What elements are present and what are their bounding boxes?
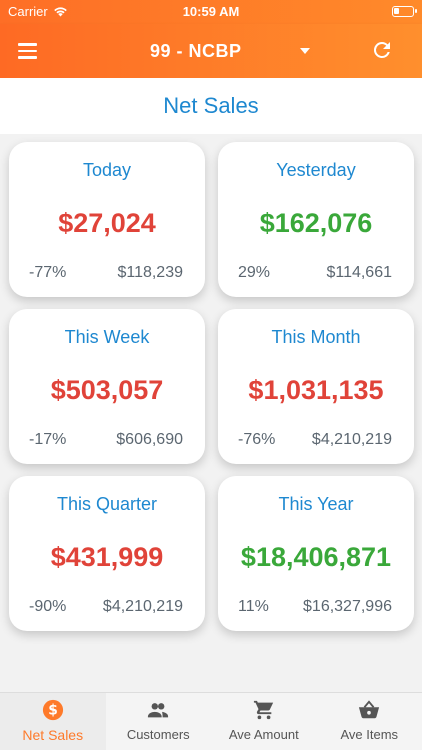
card-this-year[interactable]: This Year $18,406,871 11% $16,327,996 xyxy=(218,476,414,631)
hamburger-icon-line xyxy=(18,43,37,46)
card-title: This Week xyxy=(64,327,150,347)
store-selector[interactable]: 99 - NCBP xyxy=(150,36,310,66)
card-previous-value: $4,210,219 xyxy=(311,431,392,448)
card-previous-value: $606,690 xyxy=(116,431,183,448)
card-today[interactable]: Today $27,024 -77% $118,239 xyxy=(9,142,205,297)
card-value: $27,024 xyxy=(58,208,156,238)
refresh-icon[interactable] xyxy=(370,38,394,62)
card-change-percent: -90% xyxy=(29,598,67,615)
card-change-percent: -77% xyxy=(29,264,67,281)
basket-icon xyxy=(359,700,380,719)
page-title: Net Sales xyxy=(163,93,259,118)
card-title: This Year xyxy=(278,494,354,514)
card-value: $18,406,871 xyxy=(240,542,392,572)
chevron-down-icon xyxy=(300,48,310,54)
card-title: Yesterday xyxy=(276,160,356,180)
hamburger-icon-line xyxy=(18,56,37,59)
card-change-percent: -76% xyxy=(238,431,276,448)
dollar-icon: $ xyxy=(42,699,63,721)
card-title: This Month xyxy=(271,327,361,347)
battery-icon xyxy=(392,6,417,17)
card-previous-value: $16,327,996 xyxy=(303,598,392,615)
cart-icon xyxy=(253,700,273,720)
page-header: Net Sales xyxy=(0,78,422,134)
card-change-percent: 29% xyxy=(238,264,271,281)
card-value: $1,031,135 xyxy=(248,375,384,405)
card-change-percent: -17% xyxy=(29,431,67,448)
clock: 10:59 AM xyxy=(182,4,240,19)
card-title: Today xyxy=(82,160,132,180)
tab-net-sales[interactable]: $ Net Sales xyxy=(0,693,106,750)
card-previous-value: $118,239 xyxy=(117,264,183,281)
card-previous-value: $114,661 xyxy=(326,264,392,281)
svg-text:$: $ xyxy=(48,703,58,719)
menu-button[interactable] xyxy=(14,38,42,64)
tab-label: Net Sales xyxy=(22,727,84,743)
card-this-month[interactable]: This Month $1,031,135 -76% $4,210,219 xyxy=(218,309,414,464)
hamburger-icon-line xyxy=(18,49,37,53)
tab-label: Ave Amount xyxy=(228,727,299,742)
bottom-tab-bar: $ Net Sales Customers Ave Amount Ave Ite… xyxy=(0,692,422,750)
card-change-percent: 11% xyxy=(238,598,269,615)
tab-label: Customers xyxy=(126,727,190,742)
card-title: This Quarter xyxy=(56,494,158,514)
tab-customers[interactable]: Customers xyxy=(106,693,212,750)
app-bar: 99 - NCBP xyxy=(0,24,422,78)
status-bar: Carrier 10:59 AM xyxy=(0,0,422,24)
card-this-quarter[interactable]: This Quarter $431,999 -90% $4,210,219 xyxy=(9,476,205,631)
store-label: 99 - NCBP xyxy=(150,40,242,61)
card-value: $431,999 xyxy=(50,542,164,572)
card-this-week[interactable]: This Week $503,057 -17% $606,690 xyxy=(9,309,205,464)
card-previous-value: $4,210,219 xyxy=(102,598,183,615)
card-value: $503,057 xyxy=(50,375,164,405)
tab-ave-amount[interactable]: Ave Amount xyxy=(211,693,317,750)
tab-ave-items[interactable]: Ave Items xyxy=(317,693,422,750)
people-icon xyxy=(148,703,169,718)
card-yesterday[interactable]: Yesterday $162,076 29% $114,661 xyxy=(218,142,414,297)
tab-label: Ave Items xyxy=(340,727,399,742)
card-value: $162,076 xyxy=(259,208,373,238)
